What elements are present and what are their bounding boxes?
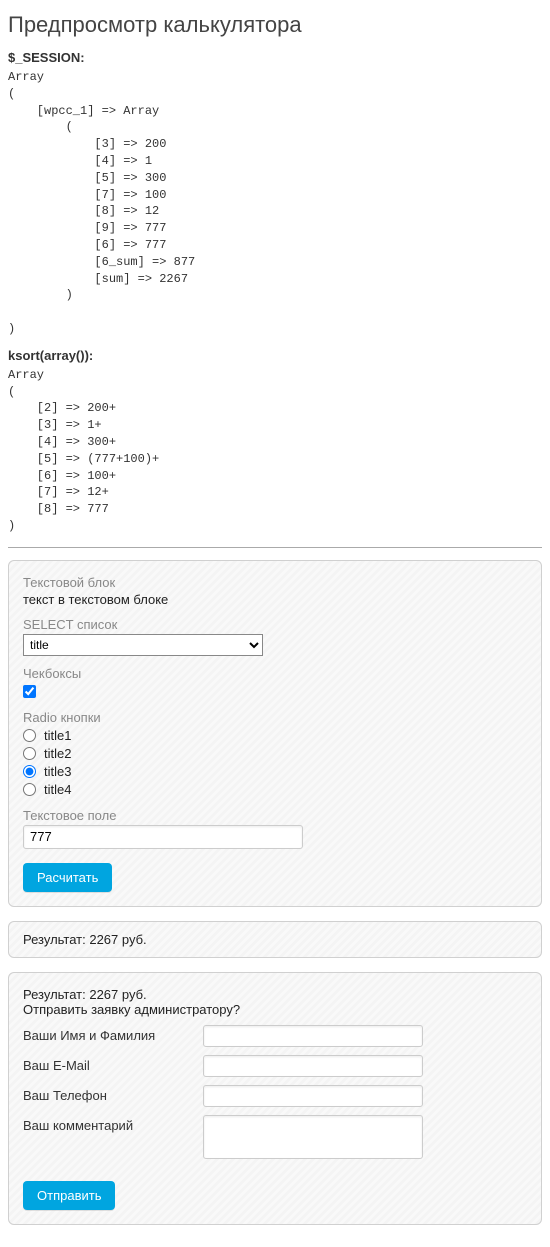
ksort-dump: Array ( [2] => 200+ [3] => 1+ [4] => 300…: [8, 367, 542, 535]
radio-title4[interactable]: [23, 783, 36, 796]
divider: [8, 547, 542, 548]
comment-input[interactable]: [203, 1115, 423, 1159]
select-label: SELECT список: [23, 617, 527, 632]
phone-label: Ваш Телефон: [23, 1085, 203, 1103]
radio-title3[interactable]: [23, 765, 36, 778]
email-label: Ваш E-Mail: [23, 1055, 203, 1073]
radio-label: Radio кнопки: [23, 710, 527, 725]
select-input[interactable]: title: [23, 634, 263, 656]
phone-input[interactable]: [203, 1085, 423, 1107]
calculator-panel: Текстовой блок текст в текстовом блоке S…: [8, 560, 542, 907]
textblock-value: текст в текстовом блоке: [23, 592, 527, 607]
name-input[interactable]: [203, 1025, 423, 1047]
result-2-question: Отправить заявку администратору?: [23, 1002, 527, 1017]
radio-title1[interactable]: [23, 729, 36, 742]
page-title: Предпросмотр калькулятора: [8, 12, 542, 38]
result-2-text: Результат: 2267 руб.: [23, 987, 527, 1002]
result-1-text: Результат: 2267 руб.: [23, 932, 527, 947]
name-label: Ваши Имя и Фамилия: [23, 1025, 203, 1043]
checkbox-label: Чекбоксы: [23, 666, 527, 681]
send-button[interactable]: Отправить: [23, 1181, 115, 1210]
result-panel-2: Результат: 2267 руб. Отправить заявку ад…: [8, 972, 542, 1225]
email-input[interactable]: [203, 1055, 423, 1077]
radio-title2[interactable]: [23, 747, 36, 760]
textfield-input[interactable]: [23, 825, 303, 849]
session-dump: Array ( [wpcc_1] => Array ( [3] => 200 […: [8, 69, 542, 338]
session-label: $_SESSION:: [8, 50, 542, 65]
radio-title2-label: title2: [44, 746, 71, 761]
radio-title3-label: title3: [44, 764, 71, 779]
radio-title4-label: title4: [44, 782, 71, 797]
radio-title1-label: title1: [44, 728, 71, 743]
textblock-label: Текстовой блок: [23, 575, 527, 590]
calculate-button[interactable]: Расчитать: [23, 863, 112, 892]
ksort-label: ksort(array()):: [8, 348, 542, 363]
comment-label: Ваш комментарий: [23, 1115, 203, 1133]
textfield-label: Текстовое поле: [23, 808, 527, 823]
result-panel-1: Результат: 2267 руб.: [8, 921, 542, 958]
checkbox-input[interactable]: [23, 685, 36, 698]
